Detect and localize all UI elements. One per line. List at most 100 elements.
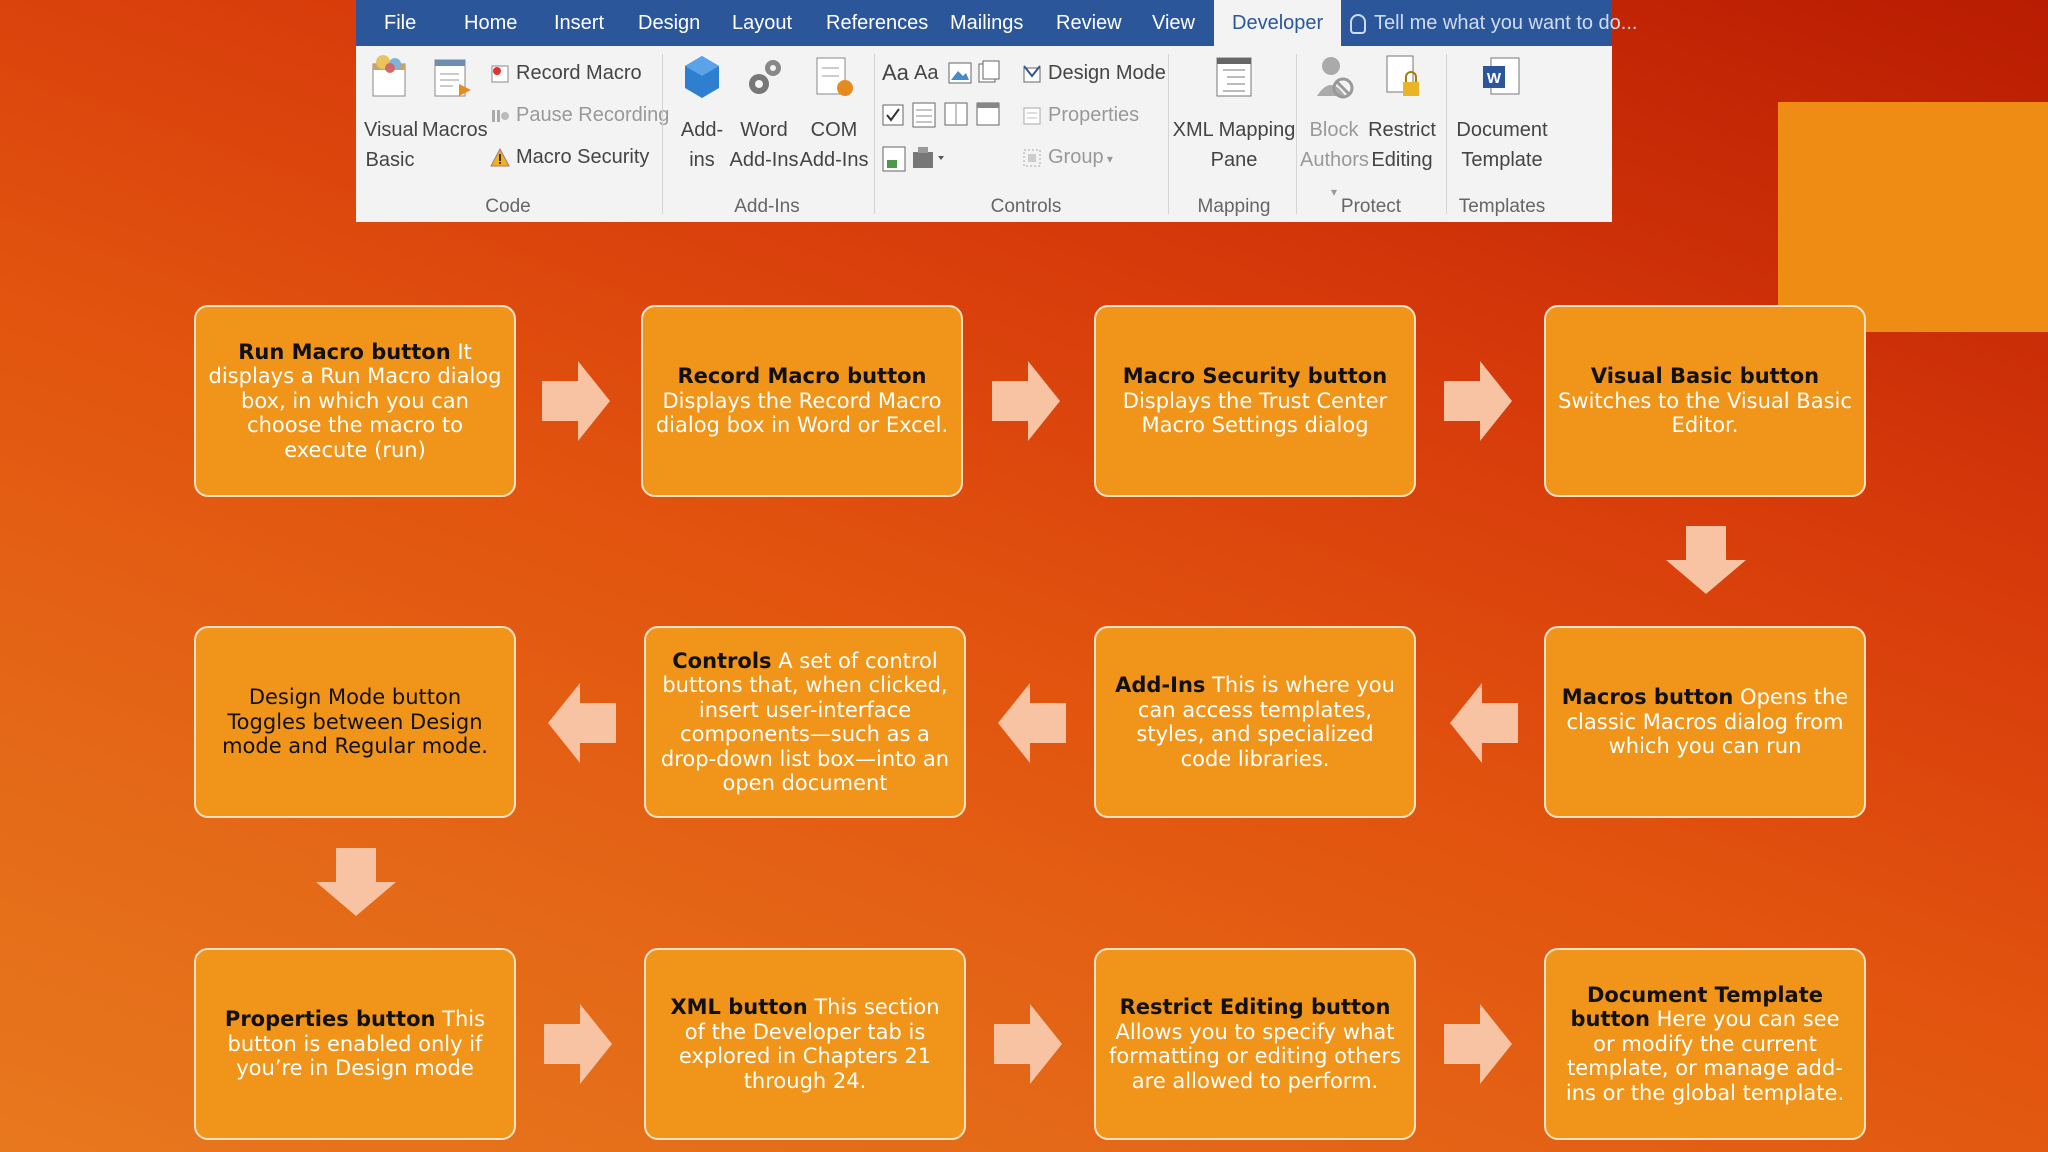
macros-button[interactable]: Macros [422,54,488,145]
visual-basic-label-1: Visual [364,119,419,141]
group-label: Group [1048,146,1104,168]
visual-basic-icon [372,55,406,97]
dropdown-list-icon[interactable] [944,102,968,126]
block-authors-label-1: Block [1309,119,1359,141]
arrow-down-icon [1666,526,1746,594]
visual-basic-button[interactable]: Visual Basic [364,54,419,175]
arrow-down-icon [316,848,396,916]
word-addins-label-2: Add-Ins [729,149,799,171]
record-macro-button[interactable]: Record Macro [490,62,642,85]
tab-file[interactable]: File [384,0,416,46]
legacy-tools-icon[interactable] [912,146,946,170]
rich-text-control[interactable]: Aa [882,60,909,86]
design-mode-button[interactable]: Design Mode [1022,62,1166,85]
flow-box-visual-basic: Visual Basic button Switches to the Visua… [1544,305,1866,497]
tab-developer[interactable]: Developer [1214,0,1342,46]
record-macro-icon [491,65,509,83]
macro-security-button[interactable]: Macro Security [490,146,649,169]
pause-recording-button[interactable]: Pause Recording [490,104,669,127]
repeating-section-icon[interactable] [882,146,906,172]
tab-mailings[interactable]: Mailings [950,0,1023,46]
word-addins-button[interactable]: Word Add-Ins [728,54,800,175]
tab-view[interactable]: View [1152,0,1195,46]
flow-box-title: Properties button [224,1007,436,1032]
flow-box-title: XML button [670,995,808,1019]
picture-control-icon[interactable] [948,62,972,84]
svg-text:W: W [1487,70,1502,87]
pause-recording-label: Pause Recording [516,104,670,126]
com-addins-button[interactable]: COM Add-Ins [798,54,870,175]
flow-box-record-macro: Record Macro button Displays the Record M… [641,305,963,497]
pause-icon [492,109,509,122]
flow-box-title: Record Macro button [677,364,927,389]
date-picker-icon[interactable] [976,102,1000,126]
flow-box-addins: Add-Ins This is where you can access tem… [1094,626,1416,818]
properties-button[interactable]: Properties [1022,104,1139,127]
flow-box-title: Restrict Editing button [1119,995,1391,1019]
tell-me-search[interactable]: Tell me what you want to do... [1350,0,1637,46]
developer-ribbon: File Home Insert Design Layout Reference… [356,0,1637,222]
restrict-editing-label-2: Editing [1371,149,1433,171]
com-addins-label-2: Add-Ins [799,149,869,171]
document-template-label-2: Template [1461,149,1543,171]
design-mode-icon [1023,65,1041,83]
arrow-left-icon [1450,683,1518,763]
tab-design[interactable]: Design [638,0,700,46]
xml-mapping-pane-button[interactable]: XML Mapping Pane [1172,54,1296,175]
restrict-editing-icon [1386,55,1419,96]
tell-me-text: Tell me what you want to do... [1374,12,1638,34]
com-addins-icon [816,57,853,96]
macros-label: Macros [422,119,488,141]
templates-group-label: Templates [1458,196,1546,217]
arrow-right-icon [1444,361,1512,441]
macro-security-label: Macro Security [516,146,650,168]
flow-box-restrict-editing: Restrict Editing button Allows you to sp… [1094,948,1416,1140]
properties-icon [1023,107,1041,125]
tab-review[interactable]: Review [1056,0,1122,46]
tab-references[interactable]: References [826,0,928,46]
checkbox-control-icon[interactable] [882,104,904,126]
mapping-group-label: Mapping [1197,196,1271,217]
group-icon [1023,149,1041,167]
restrict-editing-label-1: Restrict [1368,119,1436,141]
record-macro-label: Record Macro [516,62,642,84]
group-separator [662,54,663,214]
flow-box-controls: Controls A set of control buttons that, … [644,626,966,818]
document-template-button[interactable]: W Document Template [1452,54,1552,175]
flow-box-macros: Macros button Opens the classic Macros d… [1544,626,1866,818]
arrow-right-icon [542,361,610,441]
arrow-left-icon [548,683,616,763]
ribbon-body: Visual Basic Macros Record Macro Pause R… [356,46,1612,222]
arrow-left-icon [998,683,1066,763]
document-template-label-1: Document [1456,119,1548,141]
flow-box-desc: Switches to the Visual Basic Editor. [1558,388,1852,438]
chevron-down-icon: ▾ [1103,152,1113,166]
plain-text-control[interactable]: Aa [914,62,938,85]
tab-insert[interactable]: Insert [554,0,604,46]
flow-box-title: Macro Security button [1122,364,1388,389]
ribbon-tab-bar: File Home Insert Design Layout Reference… [356,0,1637,46]
flow-box-document-template: Document Template button Here you can se… [1544,948,1866,1140]
flow-box-title: Controls [672,648,772,673]
tab-layout[interactable]: Layout [732,0,792,46]
building-block-icon[interactable] [978,60,1000,84]
flow-box-desc: Displays the Record Macro dialog box in … [655,388,949,438]
addins-group-label: Add-Ins [734,196,800,217]
flow-box-run-macro: Run Macro button It displays a Run Macro… [194,305,516,497]
group-button[interactable]: Group ▾ [1022,146,1113,169]
flow-box-macro-security: Macro Security button Displays the Trust … [1094,305,1416,497]
xml-mapping-label-1: XML Mapping [1172,119,1296,141]
plain-text-icon: Aa [914,62,939,84]
block-authors-button[interactable]: Block Authors ▾ [1300,54,1369,207]
visual-basic-label-2: Basic [365,149,415,171]
flow-box-design-mode: Design Mode button Toggles between Desig… [194,626,516,818]
combo-box-icon[interactable] [912,102,936,128]
tab-home[interactable]: Home [464,0,517,46]
addins-icon [685,56,719,98]
restrict-editing-button[interactable]: Restrict Editing [1368,54,1436,175]
group-separator [1446,54,1447,214]
flow-box-desc: Design Mode button Toggles between Desig… [222,685,488,759]
addins-button[interactable]: Add- ins [672,54,732,175]
flow-box-title: Visual Basic button [1590,364,1820,389]
addins-label-2: ins [689,149,715,171]
